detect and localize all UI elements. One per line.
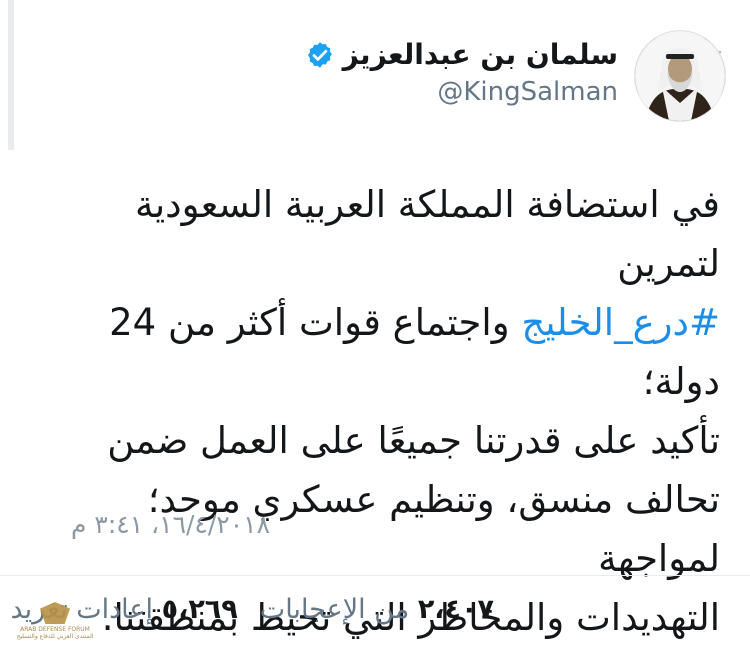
divider bbox=[0, 575, 750, 576]
avatar-image bbox=[635, 31, 725, 121]
likes-label: من الإعجابات bbox=[259, 594, 410, 625]
likes-count: ٢،٤٠٧ bbox=[417, 594, 494, 625]
likes-stat[interactable]: ٢،٤٠٧ من الإعجابات bbox=[260, 594, 494, 625]
tweet-timestamp[interactable]: ١٦/٤/٢٠١٨، ٣:٤١ م bbox=[71, 510, 270, 539]
watermark-line-1: ARAB DEFENSE FORUM bbox=[20, 626, 90, 633]
watermark-line-2: المنتدى العربي للدفاع والتسليح bbox=[16, 633, 94, 640]
avatar[interactable] bbox=[634, 30, 726, 122]
tweet-line-3: تأكيد على قدرتنا جميعًا على العمل ضمن bbox=[107, 419, 720, 462]
hashtag-link[interactable]: #درع_الخليج bbox=[521, 301, 720, 344]
retweets-count: ٥،٢٦٩ bbox=[161, 594, 238, 625]
left-border bbox=[8, 0, 14, 150]
verified-badge-icon bbox=[307, 41, 332, 68]
tweet-line-1: في استضافة المملكة العربية السعودية لتمر… bbox=[134, 183, 720, 285]
author-name[interactable]: سلمان بن عبدالعزيز bbox=[343, 38, 618, 71]
tweet-line-2: #درع_الخليج واجتماع قوات أكثر من 24 دولة… bbox=[30, 293, 720, 411]
arab-defense-forum-watermark: ARAB DEFENSE FORUM المنتدى العربي للدفاع… bbox=[6, 590, 104, 640]
author-handle[interactable]: @KingSalman bbox=[305, 77, 618, 107]
tweet-header: سلمان بن عبدالعزيز @KingSalman bbox=[66, 30, 726, 140]
author-block: سلمان بن عبدالعزيز @KingSalman bbox=[305, 38, 618, 107]
tweet-text: في استضافة المملكة العربية السعودية لتمر… bbox=[30, 175, 720, 647]
watermark-logo-icon bbox=[40, 602, 70, 624]
